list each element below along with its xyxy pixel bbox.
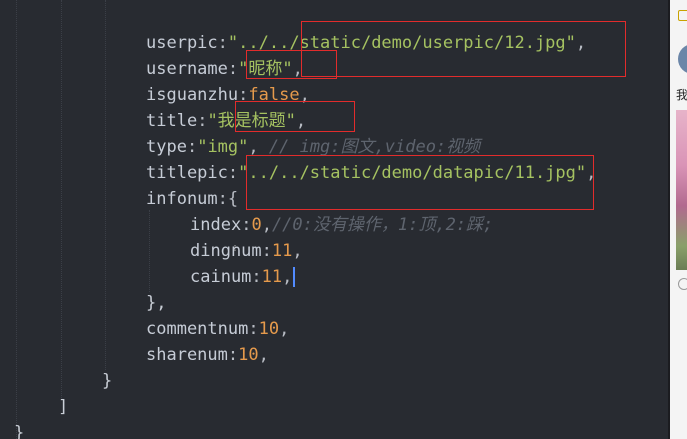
key-commentnum: commentnum: [146, 319, 249, 339]
code-line-commentnum: commentnum:10,: [146, 319, 290, 339]
code-line-index: index:0,//0:没有操作，1:顶,2:踩;: [190, 215, 494, 235]
key-type: type: [146, 137, 187, 157]
code-editor[interactable]: userpic:"../../static/demo/userpic/12.jp…: [0, 0, 668, 439]
code-line-sharenum: sharenum:10,: [146, 345, 269, 365]
code-line-isguanzhu: isguanzhu:false,: [146, 85, 310, 105]
indent-guide: [61, 0, 62, 400]
value-index: 0: [251, 215, 262, 235]
code-line-cainum: cainum:11,: [190, 264, 296, 290]
indent-guide: [105, 0, 106, 370]
code-line-userpic: userpic:"../../static/demo/userpic/12.jp…: [146, 33, 587, 53]
value-commentnum: 10: [258, 319, 280, 339]
preview-text: 我: [676, 88, 687, 102]
text-cursor: [293, 267, 296, 287]
comment-type: // img:图文,video:视频: [268, 137, 481, 157]
value-cainum: 11: [261, 267, 283, 287]
preview-panel: 我: [670, 0, 687, 439]
code-line-type: type:"img", // img:图文,video:视频: [146, 137, 481, 157]
smile-icon: [678, 278, 687, 290]
key-infonum: infonum: [146, 189, 218, 209]
code-line-dingnum: dingnum:11,: [190, 241, 303, 261]
key-dingnum: dingnum: [190, 241, 262, 261]
value-dingnum: 11: [271, 241, 293, 261]
code-line-close-array: ]: [58, 397, 69, 417]
preview-image: [676, 110, 687, 270]
value-title: "我是标题": [207, 111, 296, 131]
key-isguanzhu: isguanzhu: [146, 85, 239, 105]
indent-guide: [149, 210, 150, 292]
key-title: title: [146, 111, 198, 131]
code-line-infonum: infonum:{: [146, 189, 239, 209]
avatar: [678, 44, 687, 74]
value-isguanzhu: false: [248, 85, 300, 105]
value-username: "昵称": [238, 59, 293, 79]
indent-guide: [16, 0, 17, 439]
key-titlepic: titlepic: [146, 163, 228, 183]
key-username: username: [146, 59, 228, 79]
code-line-close-object: }: [102, 371, 113, 391]
code-line-title: title:"我是标题",: [146, 111, 307, 131]
code-line-close-outer: }: [14, 423, 25, 439]
app-icon: [678, 10, 687, 21]
value-userpic: "../../static/demo/userpic/12.jpg": [227, 33, 576, 53]
code-line-titlepic: titlepic:"../../static/demo/datapic/11.j…: [146, 163, 597, 183]
code-line-username: username:"昵称",: [146, 59, 303, 79]
key-index: index: [190, 215, 242, 235]
ibeam-cursor-icon: [234, 245, 236, 251]
key-sharenum: sharenum: [146, 345, 228, 365]
value-type: "img": [197, 137, 249, 157]
code-line-close-infonum: },: [146, 293, 167, 313]
value-sharenum: 10: [238, 345, 259, 365]
key-cainum: cainum: [190, 267, 252, 287]
comment-index: //0:没有操作，1:顶,2:踩;: [271, 215, 494, 235]
value-titlepic: "../../static/demo/datapic/11.jpg": [238, 163, 587, 183]
key-userpic: userpic: [146, 33, 218, 53]
